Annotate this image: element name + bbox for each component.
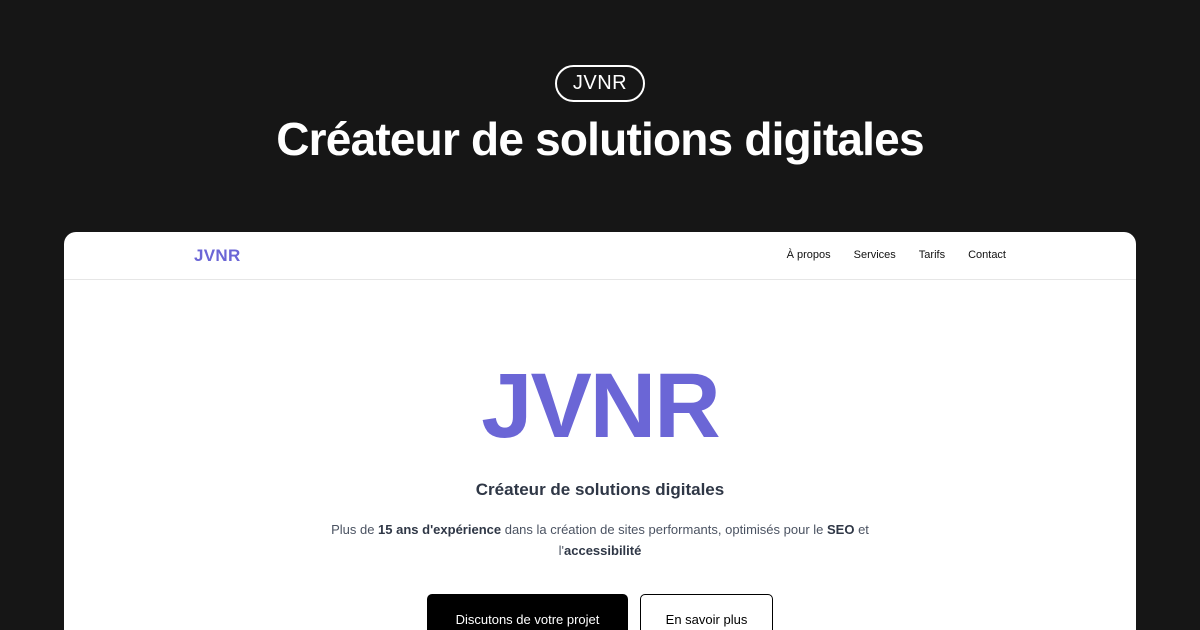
hero-description: Plus de 15 ans d'expérience dans la créa…	[304, 519, 896, 561]
website-preview: JVNR À propos Services Tarifs Contact JV…	[64, 232, 1136, 630]
page-headline: Créateur de solutions digitales	[276, 113, 924, 165]
nav-link-pricing[interactable]: Tarifs	[919, 249, 945, 261]
learn-more-button[interactable]: En savoir plus	[640, 594, 773, 630]
desc-emphasis-seo: SEO	[827, 522, 855, 537]
desc-text: dans la création de sites performants, o…	[501, 522, 827, 537]
nav-link-contact[interactable]: Contact	[968, 249, 1006, 261]
desc-emphasis-accessibility: accessibilité	[564, 543, 642, 558]
brand-badge: JVNR	[555, 65, 645, 102]
hero-subtitle: Créateur de solutions digitales	[475, 480, 725, 499]
site-logo[interactable]: JVNR	[194, 246, 241, 266]
desc-emphasis-experience: 15 ans d'expérience	[378, 522, 502, 537]
hero-logo: JVNR	[481, 355, 720, 457]
discuss-project-button[interactable]: Discutons de votre projet	[427, 594, 628, 630]
nav-link-services[interactable]: Services	[854, 249, 896, 261]
desc-text: Plus de	[331, 522, 379, 537]
nav-link-about[interactable]: À propos	[787, 249, 831, 261]
site-navbar: JVNR À propos Services Tarifs Contact	[64, 232, 1136, 280]
nav-links: À propos Services Tarifs Contact	[787, 249, 1006, 261]
